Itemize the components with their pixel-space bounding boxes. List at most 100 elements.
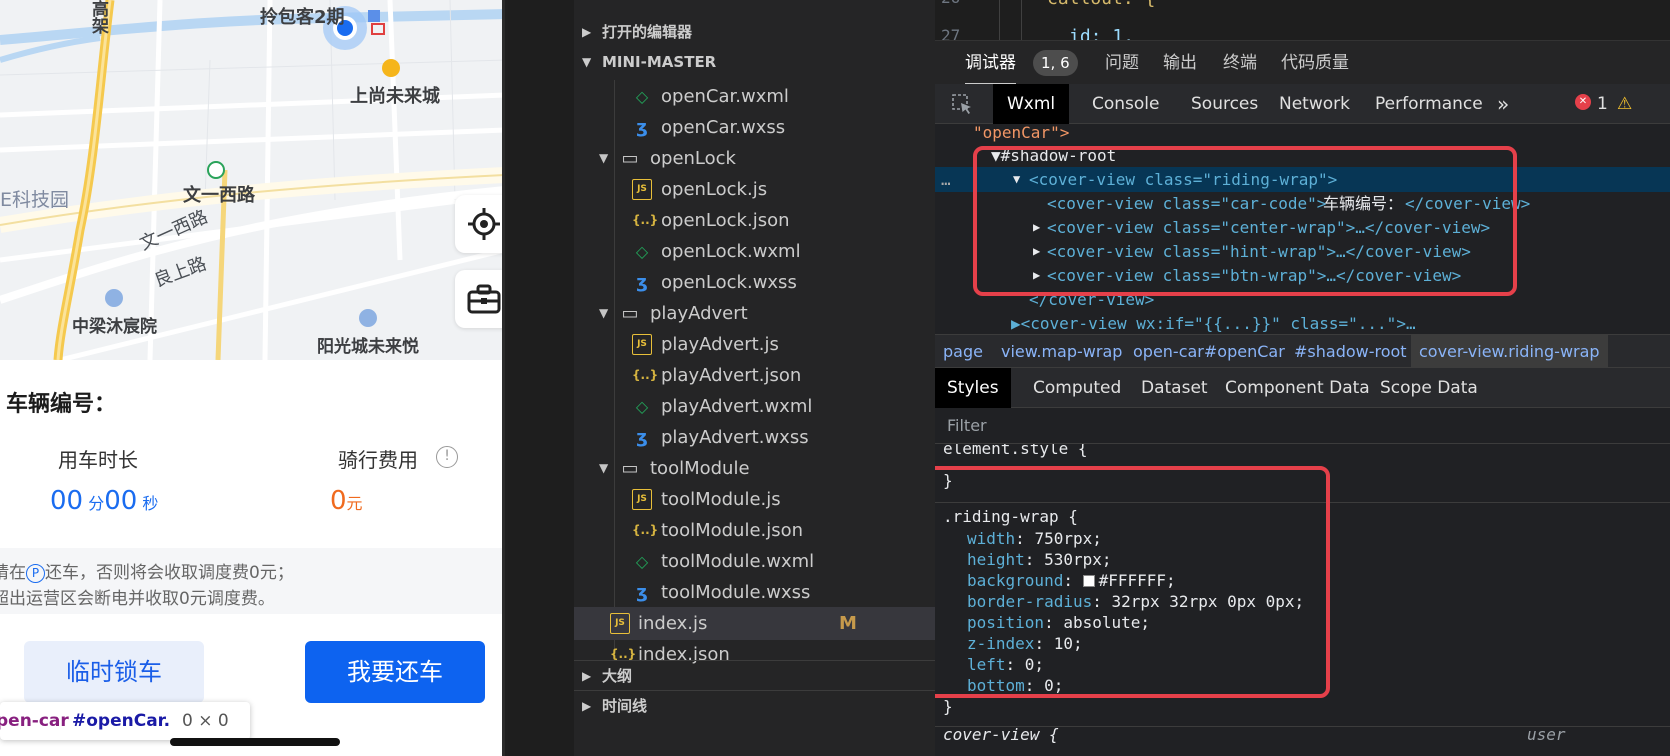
file-name: openLock.wxss [661,272,797,293]
indent-guide [1021,0,1022,40]
more-tabs-icon[interactable]: » [1497,84,1509,124]
file-openLock-wxss[interactable]: ʒ openLock.wxss [574,266,935,299]
file-explorer: ▶ 打开的编辑器 ▼ MINI-MASTER ◇ openCar.wxml ʒ ope… [574,0,935,756]
fee-amount: 0 [330,486,347,516]
wxml-line[interactable]: ▶<cover-view wx:if="{{...}}" class="..."… [935,311,1670,334]
return-car-button[interactable]: 我要还车 [305,641,485,703]
notice-prefix: 请在 [0,563,26,583]
return-notice: 请在P还车，否则将会收取调度费0元； 超出运营区会断电并收取0元调度费。 [0,548,502,614]
file-name: playAdvert.json [661,365,802,386]
file-openLock-json[interactable]: {..} openLock.json [574,204,935,237]
tab-network[interactable]: Network [1279,84,1350,124]
inspect-element-icon[interactable] [951,93,973,115]
file-toolModule-json[interactable]: {..} toolModule.json [574,514,935,547]
map-roads [0,0,502,360]
fee-label: 骑行费用 [338,448,418,472]
project-header[interactable]: ▼ MINI-MASTER [574,47,935,77]
chevron-right-icon: ▶ [582,699,592,713]
folder-file-icon: ▭ [621,458,639,479]
tab-component-data[interactable]: Component Data [1225,368,1370,408]
car-code-label: 车辆编号： [6,392,117,417]
breadcrumb-item[interactable]: page [943,335,983,369]
file-playAdvert-wxml[interactable]: ◇ playAdvert.wxml [574,390,935,423]
warning-icon[interactable]: ⚠ [1617,84,1632,124]
file-index-js[interactable]: JS index.js M [574,607,935,640]
wxml-tag: ▶<cover-view wx:if="{{...}}" class="..."… [1011,314,1416,333]
map-view[interactable]: 高架 拎包客2期 上尚未来城 E科技园 文一西路 文一西路 良上路 中梁沐宸院 … [0,0,502,360]
notice-line-1: 请在P还车，否则将会收取调度费0元； [0,558,294,583]
file-openCar-wxss[interactable]: ʒ openCar.wxss [574,111,935,144]
tab-terminal[interactable]: 终端 [1223,41,1257,85]
file-toolModule-wxml[interactable]: ◇ toolModule.wxml [574,545,935,578]
folder-toolModule[interactable]: ▼ ▭ toolModule [574,452,935,485]
project-label: MINI-MASTER [602,53,717,71]
file-playAdvert-json[interactable]: {..} playAdvert.json [574,359,935,392]
file-name: openCar.wxss [661,117,786,138]
duration-seconds: 00 [104,486,138,516]
folder-openLock[interactable]: ▼ ▭ openLock [574,142,935,175]
json-file-icon: {..} [632,523,659,537]
timeline-header[interactable]: ▶ 时间线 [574,690,935,720]
file-name: toolModule [650,458,750,479]
tab-problems[interactable]: 问题 [1105,41,1139,85]
tab-wxml[interactable]: Wxml [993,84,1070,124]
file-name: openLock.js [661,179,768,200]
map-label-road: 高架 [88,0,108,34]
file-openLock-js[interactable]: JS openLock.js [574,173,935,206]
breadcrumb-item[interactable]: view.map-wrap [1001,335,1122,369]
folder-playAdvert[interactable]: ▼ ▭ playAdvert [574,297,935,330]
tab-output[interactable]: 输出 [1163,41,1197,85]
code-snippet: callout: { [1047,0,1155,9]
breadcrumb-item[interactable]: cover-view.riding-wrap [1411,335,1608,369]
highlight-box-wxml [973,146,1517,296]
tab-console[interactable]: Console [1092,84,1160,124]
file-openCar-wxml[interactable]: ◇ openCar.wxml [574,80,935,113]
panel-tab-bar: 调试器 1, 6 问题 输出 终端 代码质量 [935,40,1670,85]
file-name: index.js [638,613,708,634]
file-playAdvert-js[interactable]: JS playAdvert.js [574,328,935,361]
rule-selector[interactable]: cover-view { [943,724,1059,745]
breadcrumb-item[interactable]: #shadow-root [1294,335,1407,369]
outline-header[interactable]: ▶ 大纲 [574,660,935,690]
info-icon[interactable]: ! [436,446,458,468]
tab-dataset[interactable]: Dataset [1141,368,1208,408]
tab-code-quality[interactable]: 代码质量 [1281,41,1349,85]
tab-debugger[interactable]: 调试器 [965,41,1016,85]
breadcrumb-item[interactable]: open-car#openCar [1133,335,1285,369]
file-toolModule-js[interactable]: JS toolModule.js [574,483,935,516]
folder-file-icon: ▭ [621,303,639,324]
filter-placeholder: Filter [947,416,987,435]
chevron-down-icon: ▼ [599,461,609,475]
line-number: 26 [941,0,960,7]
wxml-text: "openCar"> [973,124,1070,142]
map-label-pickup: 拎包客2期 [260,7,345,28]
editor-gutter [508,0,574,756]
tab-performance[interactable]: Performance [1375,84,1483,124]
tab-styles[interactable]: Styles [935,368,1011,408]
error-count[interactable]: 1 [1597,84,1608,124]
toolbox-button[interactable] [455,270,502,328]
map-label-future-city: 上尚未来城 [350,86,440,107]
tab-scope-data[interactable]: Scope Data [1380,368,1478,408]
file-playAdvert-wxss[interactable]: ʒ playAdvert.wxss [574,421,935,454]
locate-icon [468,208,500,240]
file-name: playAdvert [650,303,748,324]
js-file-icon: JS [632,489,652,510]
error-icon: ✕ [1575,94,1591,110]
file-toolModule-wxss[interactable]: ʒ toolModule.wxss [574,576,935,609]
file-name: openLock [650,148,736,169]
chevron-down-icon: ▼ [582,55,592,69]
tab-computed[interactable]: Computed [1033,368,1121,408]
wxss-file-icon: ʒ [636,117,648,138]
styles-tab-bar: Styles Computed Dataset Component Data S… [935,368,1670,408]
locate-button[interactable] [455,195,502,253]
tab-sources[interactable]: Sources [1191,84,1258,124]
styles-filter-input[interactable]: Filter [935,408,1670,444]
devtools-area: 26 27 callout: { id: 1, 调试器 1, 6 问题 输出 终… [935,0,1670,756]
file-openLock-wxml[interactable]: ◇ openLock.wxml [574,235,935,268]
js-file-icon: JS [632,179,652,200]
temp-lock-button[interactable]: 临时锁车 [24,641,204,703]
chevron-down-icon: ▼ [599,306,609,320]
open-editors-header[interactable]: ▶ 打开的编辑器 [574,17,935,47]
tooltip-tag: pen-car [0,711,69,731]
